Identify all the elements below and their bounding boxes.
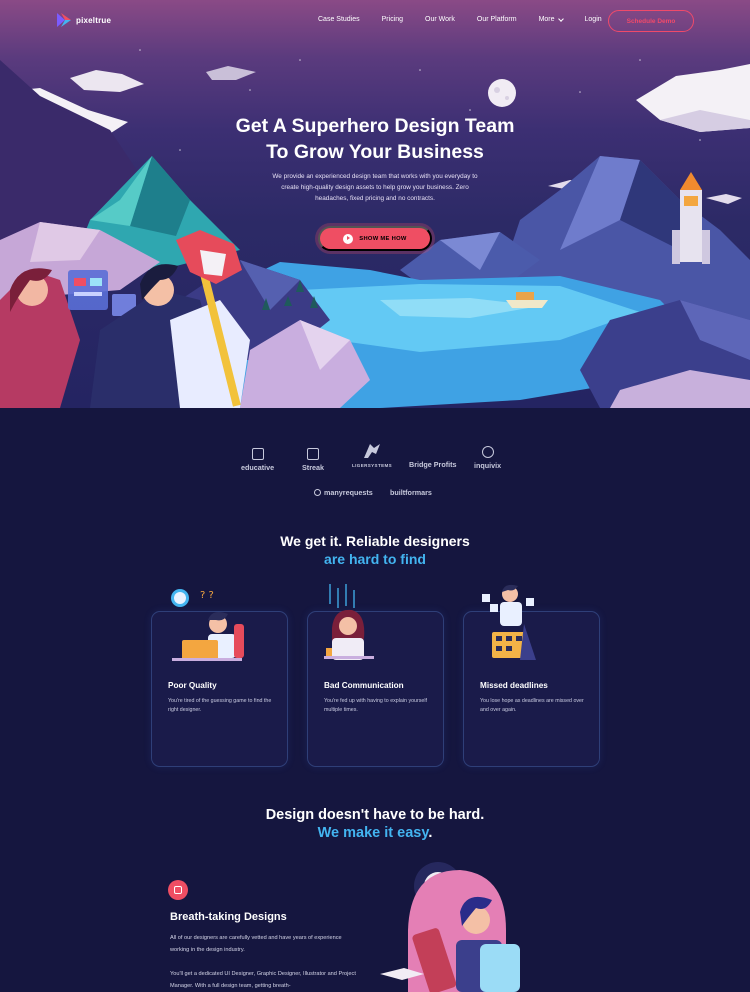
- inquivix-icon: [481, 446, 494, 458]
- client-logo-bridge-profits: Bridge Profits: [409, 460, 457, 469]
- client-logo-manyrequests: manyrequests: [314, 488, 373, 497]
- nav-our-platform[interactable]: Our Platform: [477, 16, 517, 23]
- solution-heading-line-1: Design doesn't have to be hard.: [265, 807, 485, 823]
- nav-our-work[interactable]: Our Work: [425, 16, 455, 23]
- problem-desc: You're tired of the guessing game to fin…: [168, 698, 272, 713]
- play-icon: [343, 233, 354, 244]
- nav-links: Case Studies Pricing Our Work Our Platfo…: [318, 15, 624, 23]
- missed-deadlines-illustration: [482, 584, 536, 660]
- bad-communication-illustration: [324, 584, 374, 660]
- problems-heading: We get it. Reliable designers are hard t…: [0, 532, 750, 568]
- superhero-designer-illustration: [380, 862, 520, 992]
- problem-desc: You're fed up with having to explain you…: [324, 698, 427, 713]
- feature-title: Breath-taking Designs: [170, 911, 287, 923]
- pixeltrue-logo-icon: [57, 13, 71, 27]
- hero-section: pixeltrue Case Studies Pricing Our Work …: [0, 0, 750, 408]
- educative-icon: [251, 448, 264, 460]
- nav-login[interactable]: Login: [585, 16, 602, 23]
- nav-pricing[interactable]: Pricing: [382, 16, 403, 23]
- show-me-how-button[interactable]: SHOW ME HOW: [318, 226, 432, 251]
- show-me-how-label: SHOW ME HOW: [359, 235, 407, 242]
- problems-heading-line-2: are hard to find: [324, 551, 426, 567]
- brand-name: pixeltrue: [76, 15, 112, 25]
- brand-logo[interactable]: pixeltrue: [56, 12, 111, 28]
- liger-icon: [364, 444, 381, 458]
- problem-card-poor-quality: ? ? Poor Quality You're tired of the gue…: [151, 589, 288, 767]
- hero-subtitle: We provide an experienced design team th…: [272, 173, 478, 202]
- streak-icon: [306, 448, 319, 460]
- solution-heading-period: .: [428, 825, 433, 841]
- nav-more-label: More: [538, 16, 555, 23]
- solution-heading-line-2: We make it easy.: [0, 824, 750, 842]
- svg-text:? ?: ? ?: [200, 590, 214, 601]
- designs-badge-icon: [168, 880, 188, 900]
- client-logo-builtformars: builtformars: [390, 488, 432, 497]
- chevron-down-icon: [557, 15, 564, 22]
- solution-heading: Design doesn't have to be hard. We make …: [0, 806, 750, 842]
- solution-heading-accent: We make it easy: [317, 825, 429, 841]
- problem-title: Bad Communication: [324, 681, 404, 690]
- hero-illustration: [0, 49, 750, 408]
- problem-title: Missed deadlines: [480, 681, 548, 690]
- client-logo-inquivix: inquivix: [474, 446, 501, 470]
- client-logo-streak: Streak: [302, 448, 324, 472]
- hero-title-line-2: To Grow Your Business: [266, 141, 484, 163]
- top-nav: pixeltrue Case Studies Pricing Our Work …: [0, 0, 750, 42]
- hero-title-line-1: Get A Superhero Design Team: [235, 115, 515, 137]
- client-logo-educative: educative: [241, 448, 274, 472]
- poor-quality-illustration: ? ?: [171, 589, 244, 661]
- schedule-demo-button[interactable]: Schedule Demo: [608, 10, 694, 32]
- problem-title: Poor Quality: [168, 681, 217, 690]
- hero-title: Get A Superhero Design Team To Grow Your…: [0, 113, 750, 165]
- problem-desc: You lose hope as deadlines are missed ov…: [480, 698, 584, 713]
- feature-paragraph-2: You'll get a dedicated UI Designer, Grap…: [170, 971, 356, 989]
- problem-card-missed-deadlines: Missed deadlines You lose hope as deadli…: [463, 584, 600, 767]
- landing-page: pixeltrue Case Studies Pricing Our Work …: [0, 0, 750, 992]
- client-logo-ligersystems: LIGERSYSTEMS: [352, 442, 392, 468]
- problems-heading-line-1: We get it. Reliable designers: [280, 533, 470, 549]
- problem-card-bad-communication: Bad Communication You're fed up with hav…: [307, 584, 444, 767]
- nav-case-studies[interactable]: Case Studies: [318, 16, 360, 23]
- nav-more-dropdown[interactable]: More: [538, 15, 564, 23]
- feature-paragraph-1: All of our designers are carefully vette…: [170, 935, 342, 953]
- manyrequests-icon: [314, 489, 321, 496]
